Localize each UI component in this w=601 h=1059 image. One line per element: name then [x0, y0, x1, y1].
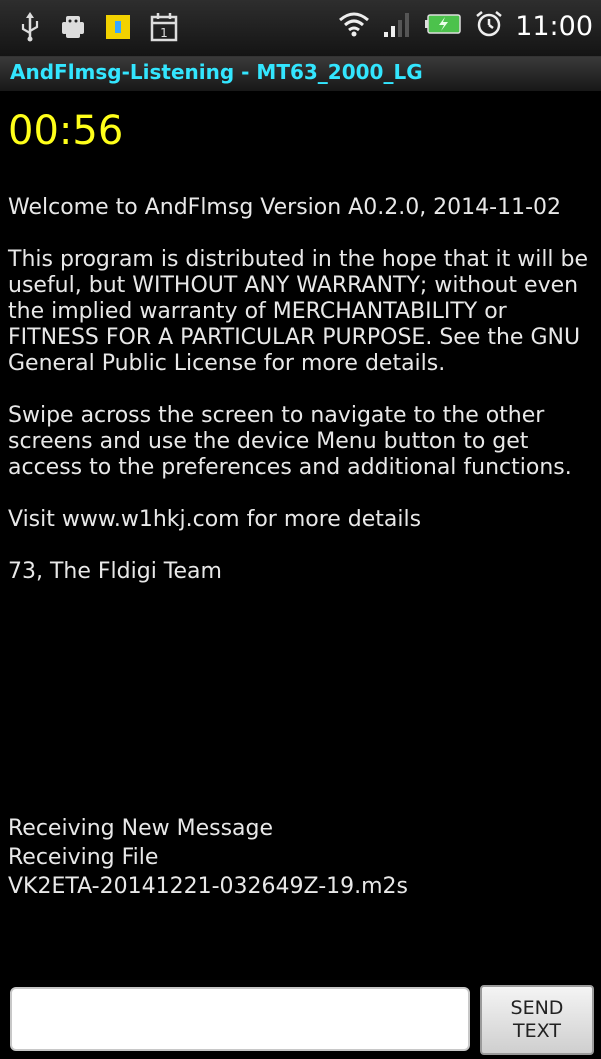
receive-log-line: VK2ETA-20141221-032649Z-19.m2s [8, 874, 409, 899]
listening-timer: 00:56 [8, 108, 124, 154]
calendar-day: 1 [160, 26, 168, 40]
alarm-icon [475, 10, 503, 43]
website-paragraph: Visit www.w1hkj.com for more details [8, 507, 422, 532]
welcome-paragraph: Welcome to AndFlmsg Version A0.2.0, 2014… [8, 195, 562, 220]
edge-mark-2: e [0, 965, 10, 984]
welcome-text: Welcome to AndFlmsg Version A0.2.0, 2014… [8, 195, 593, 611]
wifi-icon [337, 10, 371, 43]
app-screen: 1 11:00 AndFlmsg-Listening - MT63_2000_L… [0, 0, 601, 1059]
compose-bar: SEND TEXT [8, 985, 594, 1059]
app-title: AndFlmsg-Listening - MT63_2000_LG [10, 60, 423, 84]
status-bar-left-icons: 1 [20, 12, 178, 47]
signature-paragraph: 73, The Fldigi Team [8, 559, 222, 584]
signal-icon [383, 10, 413, 43]
usb-icon [20, 12, 40, 47]
receive-log: Receiving New Message Receiving File VK2… [8, 814, 593, 901]
android-debug-icon [60, 12, 86, 47]
notification-icon [106, 13, 130, 46]
receive-log-line: Receiving New Message [8, 816, 274, 841]
status-bar: 1 11:00 [0, 0, 601, 57]
app-title-bar: AndFlmsg-Listening - MT63_2000_LG [0, 57, 601, 91]
status-time: 11:00 [515, 11, 593, 42]
receive-log-line: Receiving File [8, 845, 159, 870]
send-text-button[interactable]: SEND TEXT [480, 985, 594, 1055]
status-bar-right-icons: 11:00 [337, 10, 593, 43]
battery-icon [425, 11, 463, 42]
calendar-icon: 1 [150, 12, 178, 47]
edge-mark-1: c [0, 820, 9, 839]
navigation-paragraph: Swipe across the screen to navigate to t… [8, 403, 572, 480]
license-paragraph: This program is distributed in the hope … [8, 247, 589, 376]
message-input[interactable] [10, 987, 470, 1051]
